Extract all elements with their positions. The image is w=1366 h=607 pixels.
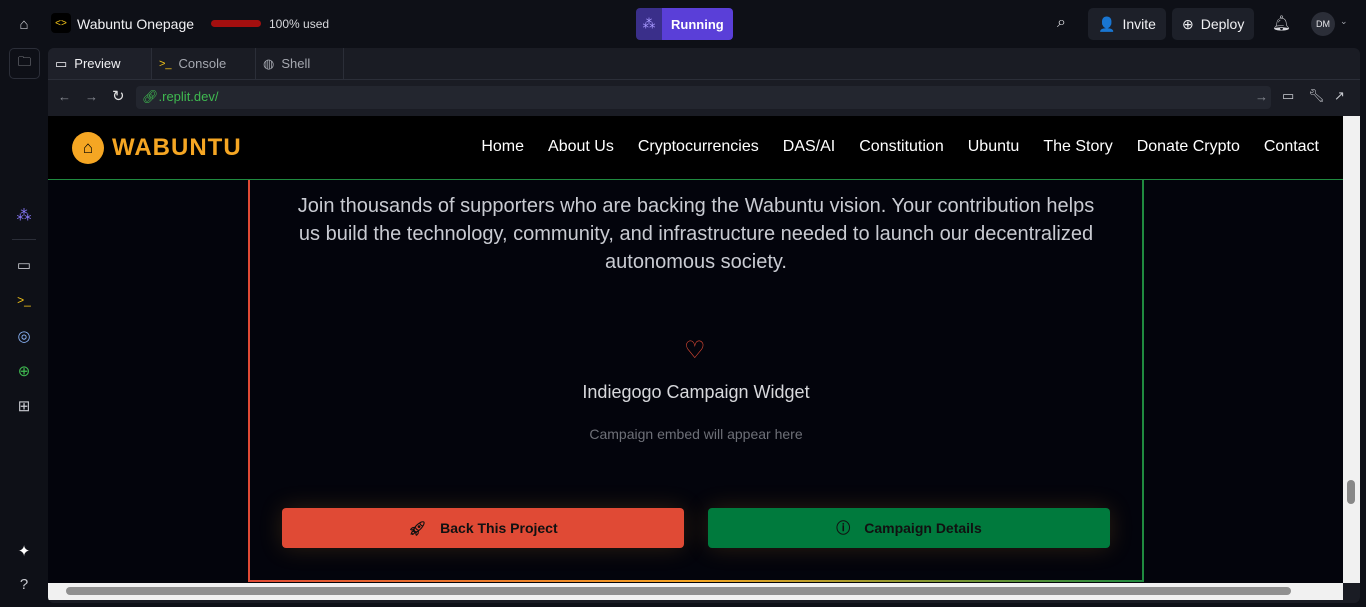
rail-divider <box>12 239 36 240</box>
nav-crypto[interactable]: Cryptocurrencies <box>638 138 759 156</box>
heart-icon: ♡ <box>684 337 706 364</box>
run-status: Running <box>662 8 733 40</box>
home-icon[interactable]: ⌂ <box>12 12 36 36</box>
nav-constitution[interactable]: Constitution <box>859 138 944 156</box>
site-nav: ⌂ WABUNTU Home About Us Cryptocurrencies… <box>48 116 1343 180</box>
brand-logo[interactable]: WABUNTU <box>112 134 242 162</box>
tab-console[interactable]: >_ Console <box>152 48 256 79</box>
scroll-thumb[interactable] <box>66 587 1291 595</box>
url-input[interactable]: 🔗︎.replit.dev/ <box>136 86 1271 109</box>
webview: ⌂ WABUNTU Home About Us Cryptocurrencies… <box>48 116 1343 583</box>
agent-icon: ⁂ <box>636 8 662 40</box>
help-icon[interactable]: ? <box>12 572 36 596</box>
project-icon: <> <box>51 13 71 33</box>
external-link-icon[interactable]: ↗ <box>1334 88 1345 104</box>
back-project-button[interactable]: 🚀︎ Back This Project <box>282 508 684 548</box>
files-icon[interactable]: 🗀 <box>9 48 40 79</box>
tab-shell[interactable]: ◍ Shell <box>256 48 344 79</box>
nav-home[interactable]: Home <box>481 138 524 156</box>
apps-grid-icon[interactable]: ⊞ <box>12 394 36 418</box>
horizontal-scrollbar[interactable] <box>48 583 1343 600</box>
sparkle-icon[interactable]: ✦ <box>12 539 36 563</box>
rocket-icon: 🚀︎ <box>408 519 427 536</box>
campaign-details-button[interactable]: ⓘ Campaign Details <box>708 508 1110 548</box>
search-icon[interactable]: ⌕ <box>1057 14 1066 32</box>
intro-text: Join thousands of supporters who are bac… <box>297 195 1095 273</box>
go-icon[interactable]: → <box>1255 89 1268 104</box>
deploy-label: Deploy <box>1200 16 1245 32</box>
url-text: .replit.dev/ <box>158 89 219 104</box>
deploy-icon[interactable]: ⊕ <box>12 359 36 383</box>
bell-icon[interactable]: 🔔︎ <box>1272 14 1291 32</box>
deploy-icon: ⊕ <box>1182 15 1194 32</box>
wrench-icon[interactable]: 🔧︎ <box>1308 88 1325 104</box>
usage-text: 100% used <box>269 17 330 31</box>
console-icon[interactable]: >_ <box>12 288 36 312</box>
console-icon: >_ <box>159 57 172 70</box>
devices-icon[interactable]: ▭ <box>1282 88 1294 104</box>
avatar[interactable]: DM <box>1311 12 1335 36</box>
info-icon: ⓘ <box>836 520 851 536</box>
invite-button[interactable]: 👤 Invite <box>1088 8 1166 40</box>
forward-icon[interactable]: → <box>85 89 98 104</box>
tab-preview[interactable]: ▭ Preview <box>48 48 152 79</box>
add-user-icon: 👤 <box>1098 15 1116 32</box>
scroll-thumb[interactable] <box>1347 480 1355 504</box>
preview-icon[interactable]: ▭ <box>12 253 36 277</box>
reload-icon[interactable]: ↻ <box>112 87 125 105</box>
shell-icon: ◍ <box>263 55 275 71</box>
nav-donate[interactable]: Donate Crypto <box>1137 138 1240 156</box>
home-logo-icon[interactable]: ⌂ <box>72 132 104 164</box>
invite-label: Invite <box>1122 16 1156 32</box>
deploy-button[interactable]: ⊕ Deploy <box>1172 8 1255 40</box>
project-name[interactable]: Wabuntu Onepage <box>77 16 194 32</box>
run-button[interactable]: ⁂ Running <box>636 8 733 40</box>
button-label: Campaign Details <box>864 520 982 536</box>
nav-contact[interactable]: Contact <box>1264 138 1319 156</box>
nav-about[interactable]: About Us <box>548 138 614 156</box>
monitor-icon: ▭ <box>55 55 68 71</box>
preview-panel: ▭ Preview >_ Console ◍ Shell ← → ↻ 🔗︎.repli… <box>48 48 1360 603</box>
back-icon[interactable]: ← <box>58 89 71 104</box>
widget-placeholder: Campaign embed will appear here <box>589 426 803 442</box>
nav-story[interactable]: The Story <box>1043 138 1112 156</box>
tab-label: Shell <box>281 56 311 71</box>
button-label: Back This Project <box>440 520 558 536</box>
database-icon[interactable]: ◎ <box>12 324 36 348</box>
agent-icon[interactable]: ⁂ <box>12 203 36 227</box>
usage-bar <box>211 20 261 27</box>
tab-label: Preview <box>74 56 121 71</box>
chevron-down-icon[interactable]: ⌄ <box>1340 16 1348 27</box>
link-icon: 🔗︎ <box>142 89 159 104</box>
nav-ubuntu[interactable]: Ubuntu <box>968 138 1020 156</box>
tab-label: Console <box>178 56 227 71</box>
nav-dasai[interactable]: DAS/AI <box>783 138 835 156</box>
vertical-scrollbar[interactable] <box>1343 116 1360 583</box>
widget-title: Indiegogo Campaign Widget <box>582 382 810 402</box>
